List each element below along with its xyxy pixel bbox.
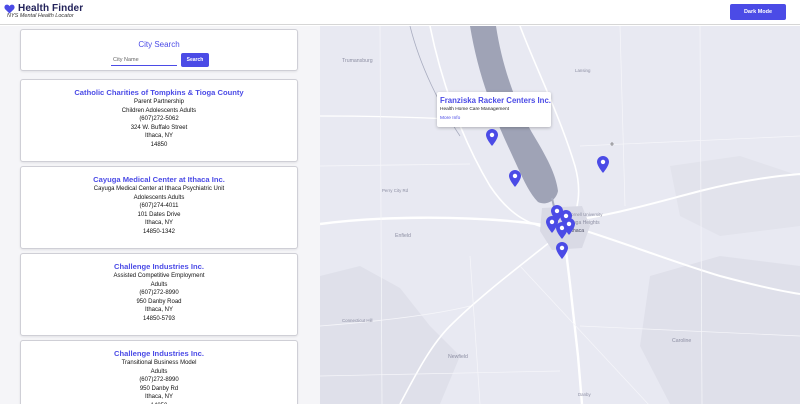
- result-card[interactable]: Challenge Industries Inc. Assisted Compe…: [20, 253, 298, 336]
- map-marker-pin-icon[interactable]: [563, 218, 575, 235]
- city-name-input[interactable]: [111, 54, 177, 66]
- map-marker-pin-icon[interactable]: [509, 170, 521, 187]
- search-title: City Search: [138, 40, 180, 49]
- map-label-enfield: Enfield: [395, 233, 411, 239]
- map-label-cornell: Cornell University: [568, 212, 603, 217]
- phone-number: (607)274-4011: [139, 203, 179, 209]
- app-subtitle: NYS Mental Health Locator: [7, 13, 74, 19]
- map-label-newfield: Newfield: [448, 354, 468, 360]
- city-state: Ithaca, NY: [144, 220, 173, 226]
- city-search-card: City Search Search: [20, 29, 298, 71]
- map-label-connecticut-hill: Connecticut Hill: [342, 318, 373, 323]
- map-label-caroline: Caroline: [672, 338, 692, 344]
- map-label-trumansburg: Trumansburg: [342, 58, 373, 64]
- more-info-link[interactable]: More Info: [440, 116, 460, 121]
- results-panel[interactable]: City Search Search Catholic Charities of…: [0, 26, 320, 404]
- map-label-danby: Danby: [578, 392, 591, 397]
- result-card[interactable]: Challenge Industries Inc. Transitional B…: [20, 340, 298, 404]
- map-popup[interactable]: Franziska Racker Centers Inc. Health Hom…: [437, 92, 551, 127]
- street-address: 950 Danby Rd: [139, 385, 179, 392]
- map-label-lansing: Lansing: [575, 68, 591, 73]
- program-name: Parent Partnership: [133, 99, 185, 105]
- provider-name[interactable]: Challenge Industries Inc.: [21, 349, 297, 359]
- zip-code: 14850-5793: [142, 315, 176, 322]
- provider-name[interactable]: Catholic Charities of Tompkins & Tioga C…: [21, 88, 297, 98]
- map-marker-pin-icon[interactable]: [597, 156, 609, 173]
- map-view[interactable]: Trumansburg Enfield Newfield Cayuga Heig…: [320, 26, 800, 404]
- heart-icon: [4, 4, 15, 14]
- dark-mode-button[interactable]: Dark Mode: [730, 4, 786, 20]
- phone-number: (607)272-8990: [139, 377, 179, 383]
- street-address: 950 Danby Road: [136, 298, 182, 305]
- population-served: Adults: [150, 368, 168, 375]
- program-name: Transitional Business Model: [121, 360, 197, 366]
- zip-code: 14850: [150, 141, 168, 148]
- map-label-perry-city: Perry City Rd: [382, 188, 409, 193]
- population-served: Children Adolescents Adults: [121, 107, 197, 114]
- city-state: Ithaca, NY: [144, 307, 173, 313]
- result-card[interactable]: Cayuga Medical Center at Ithaca Inc. Cay…: [20, 166, 298, 249]
- search-button[interactable]: Search: [181, 53, 209, 67]
- popup-provider-name[interactable]: Franziska Racker Centers Inc.: [440, 96, 551, 105]
- city-state: Ithaca, NY: [144, 133, 173, 139]
- phone-number: (607)272-5062: [139, 116, 179, 122]
- provider-name[interactable]: Cayuga Medical Center at Ithaca Inc.: [21, 175, 297, 185]
- street-address: 101 Dates Drive: [137, 211, 181, 218]
- map-marker-pin-icon[interactable]: [486, 129, 498, 146]
- app-header: Health Finder NYS Mental Health Locator …: [0, 0, 800, 25]
- popup-service: Health Home Care Management: [440, 107, 510, 112]
- zip-code: 14850-1342: [142, 228, 176, 235]
- provider-name[interactable]: Challenge Industries Inc.: [21, 262, 297, 272]
- phone-number: (607)272-8990: [139, 290, 179, 296]
- program-name: Assisted Competitive Employment: [113, 273, 205, 279]
- result-card[interactable]: Catholic Charities of Tompkins & Tioga C…: [20, 79, 298, 162]
- map-marker-pin-icon[interactable]: [556, 242, 568, 259]
- population-served: Adults: [150, 281, 168, 288]
- street-address: 324 W. Buffalo Street: [130, 124, 188, 131]
- city-state: Ithaca, NY: [144, 394, 173, 400]
- population-served: Adolescents Adults: [133, 194, 185, 201]
- program-name: Cayuga Medical Center at Ithaca Psychiat…: [93, 186, 225, 192]
